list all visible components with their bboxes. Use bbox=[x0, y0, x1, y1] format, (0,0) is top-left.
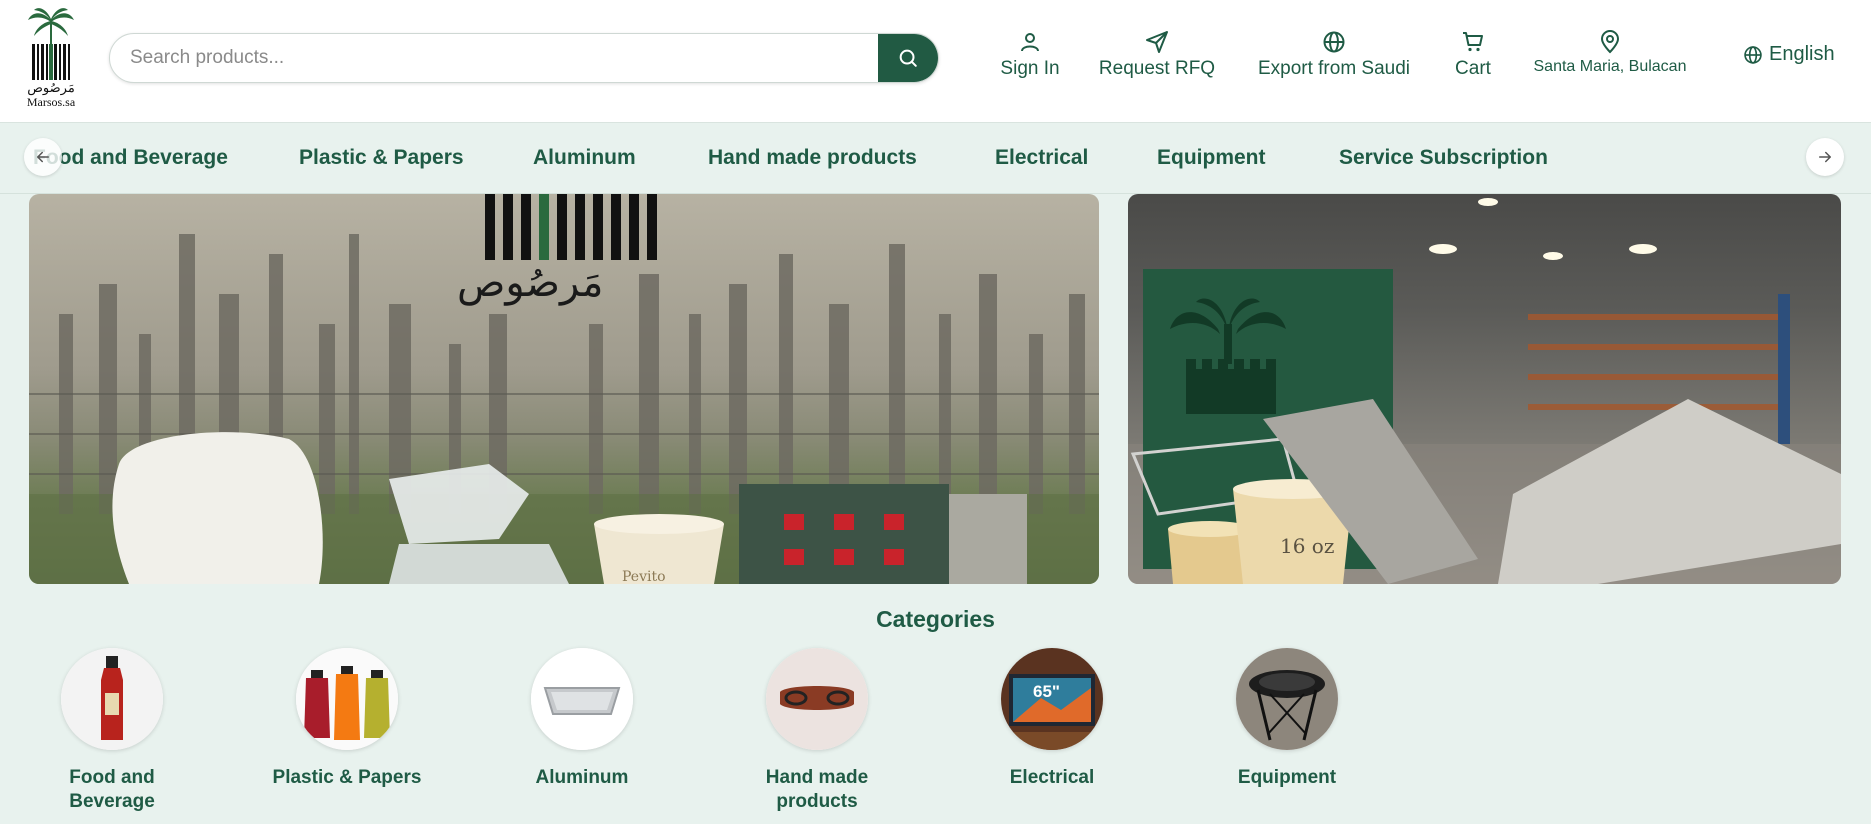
user-icon bbox=[1021, 33, 1039, 52]
arrow-left-icon bbox=[37, 151, 49, 163]
language-label: English bbox=[1769, 43, 1835, 65]
category-name: Food and Beverage bbox=[69, 767, 155, 812]
category-name: Hand made products bbox=[765, 767, 869, 812]
category-link-plastic-papers[interactable]: Plastic & Papers bbox=[299, 146, 464, 170]
globe-icon bbox=[1323, 31, 1345, 53]
category-name: Plastic & Papers bbox=[272, 767, 422, 788]
juice-bottles-image bbox=[296, 648, 398, 750]
search-icon bbox=[899, 49, 917, 67]
marsos-logo[interactable]: مَرصُوص Marsos.sa bbox=[18, 6, 84, 114]
tv-image: 65" bbox=[1001, 648, 1103, 750]
palm-barcode-icon bbox=[28, 8, 74, 80]
hero-banner-refinery[interactable]: مَرصُوص Pevito bbox=[29, 194, 1099, 584]
site-header: مَرصُوص Marsos.sa Sign In Request RFQ bbox=[0, 0, 1871, 123]
category-card-electrical[interactable]: 65" Electrical bbox=[977, 648, 1127, 790]
category-link-food-and-beverage[interactable]: Food and Beverage bbox=[33, 146, 228, 170]
category-link-aluminum[interactable]: Aluminum bbox=[533, 146, 636, 170]
category-name: Aluminum bbox=[535, 767, 629, 788]
map-pin-icon bbox=[1600, 30, 1620, 54]
search-button[interactable] bbox=[878, 34, 938, 82]
category-link-hand-made-products[interactable]: Hand made products bbox=[708, 146, 917, 170]
export-from-saudi-link[interactable]: Export from Saudi bbox=[1252, 30, 1416, 80]
globe-icon bbox=[1744, 45, 1762, 64]
category-name: Equipment bbox=[1237, 767, 1337, 788]
bottle-image bbox=[61, 648, 163, 750]
categories-heading: Categories bbox=[876, 606, 995, 632]
category-card-hand-made-products[interactable]: Hand made products bbox=[742, 648, 892, 814]
sign-in-label: Sign In bbox=[1000, 58, 1060, 79]
category-name: Electrical bbox=[1009, 767, 1095, 788]
logo-site-name: Marsos.sa bbox=[26, 95, 76, 109]
category-link-electrical[interactable]: Electrical bbox=[995, 146, 1088, 170]
category-link-service-subscription[interactable]: Service Subscription bbox=[1339, 146, 1548, 170]
logo-arabic-text: مَرصُوص bbox=[27, 81, 75, 96]
hero-banner-warehouse[interactable]: 16 oz bbox=[1128, 194, 1841, 584]
scroll-left-button[interactable] bbox=[24, 138, 62, 176]
warehouse-products-illustration bbox=[1128, 198, 1841, 584]
category-card-plastic-papers[interactable]: Plastic & Papers bbox=[272, 648, 422, 790]
send-icon bbox=[1146, 31, 1168, 53]
banner-cup-size-label: 16 oz bbox=[1280, 534, 1335, 558]
category-card-equipment[interactable]: Equipment bbox=[1212, 648, 1362, 790]
category-card-food-and-beverage[interactable]: Food and Beverage bbox=[37, 648, 187, 814]
category-nav-bar: Food and Beverage Plastic & Papers Alumi… bbox=[0, 124, 1871, 194]
location-selector[interactable]: Santa Maria, Bulacan bbox=[1527, 30, 1693, 76]
request-rfq-link[interactable]: Request RFQ bbox=[1095, 30, 1219, 80]
scroll-right-button[interactable] bbox=[1806, 138, 1844, 176]
search-input[interactable] bbox=[110, 34, 880, 82]
category-card-aluminum[interactable]: Aluminum bbox=[507, 648, 657, 790]
refinery-products-illustration bbox=[29, 194, 1099, 584]
sign-in-link[interactable]: Sign In bbox=[990, 30, 1070, 80]
cart-link[interactable]: Cart bbox=[1448, 30, 1498, 80]
category-link-equipment[interactable]: Equipment bbox=[1157, 146, 1266, 170]
fire-pit-image bbox=[1236, 648, 1338, 750]
export-from-saudi-label: Export from Saudi bbox=[1257, 58, 1411, 79]
language-selector[interactable]: English bbox=[1743, 43, 1835, 66]
search-bar bbox=[109, 33, 939, 83]
banner-cup-label: Pevito bbox=[622, 569, 666, 584]
arrow-right-icon bbox=[1819, 151, 1831, 163]
location-label: Santa Maria, Bulacan bbox=[1533, 58, 1687, 75]
cart-label: Cart bbox=[1455, 58, 1491, 79]
banner-brand-text: مَرصُوص bbox=[457, 260, 604, 306]
request-rfq-label: Request RFQ bbox=[1098, 58, 1216, 79]
tv-size-label: 65" bbox=[1033, 682, 1060, 701]
cart-icon bbox=[1463, 32, 1483, 52]
leather-organizer-image bbox=[766, 648, 868, 750]
aluminum-tray-image bbox=[531, 648, 633, 750]
